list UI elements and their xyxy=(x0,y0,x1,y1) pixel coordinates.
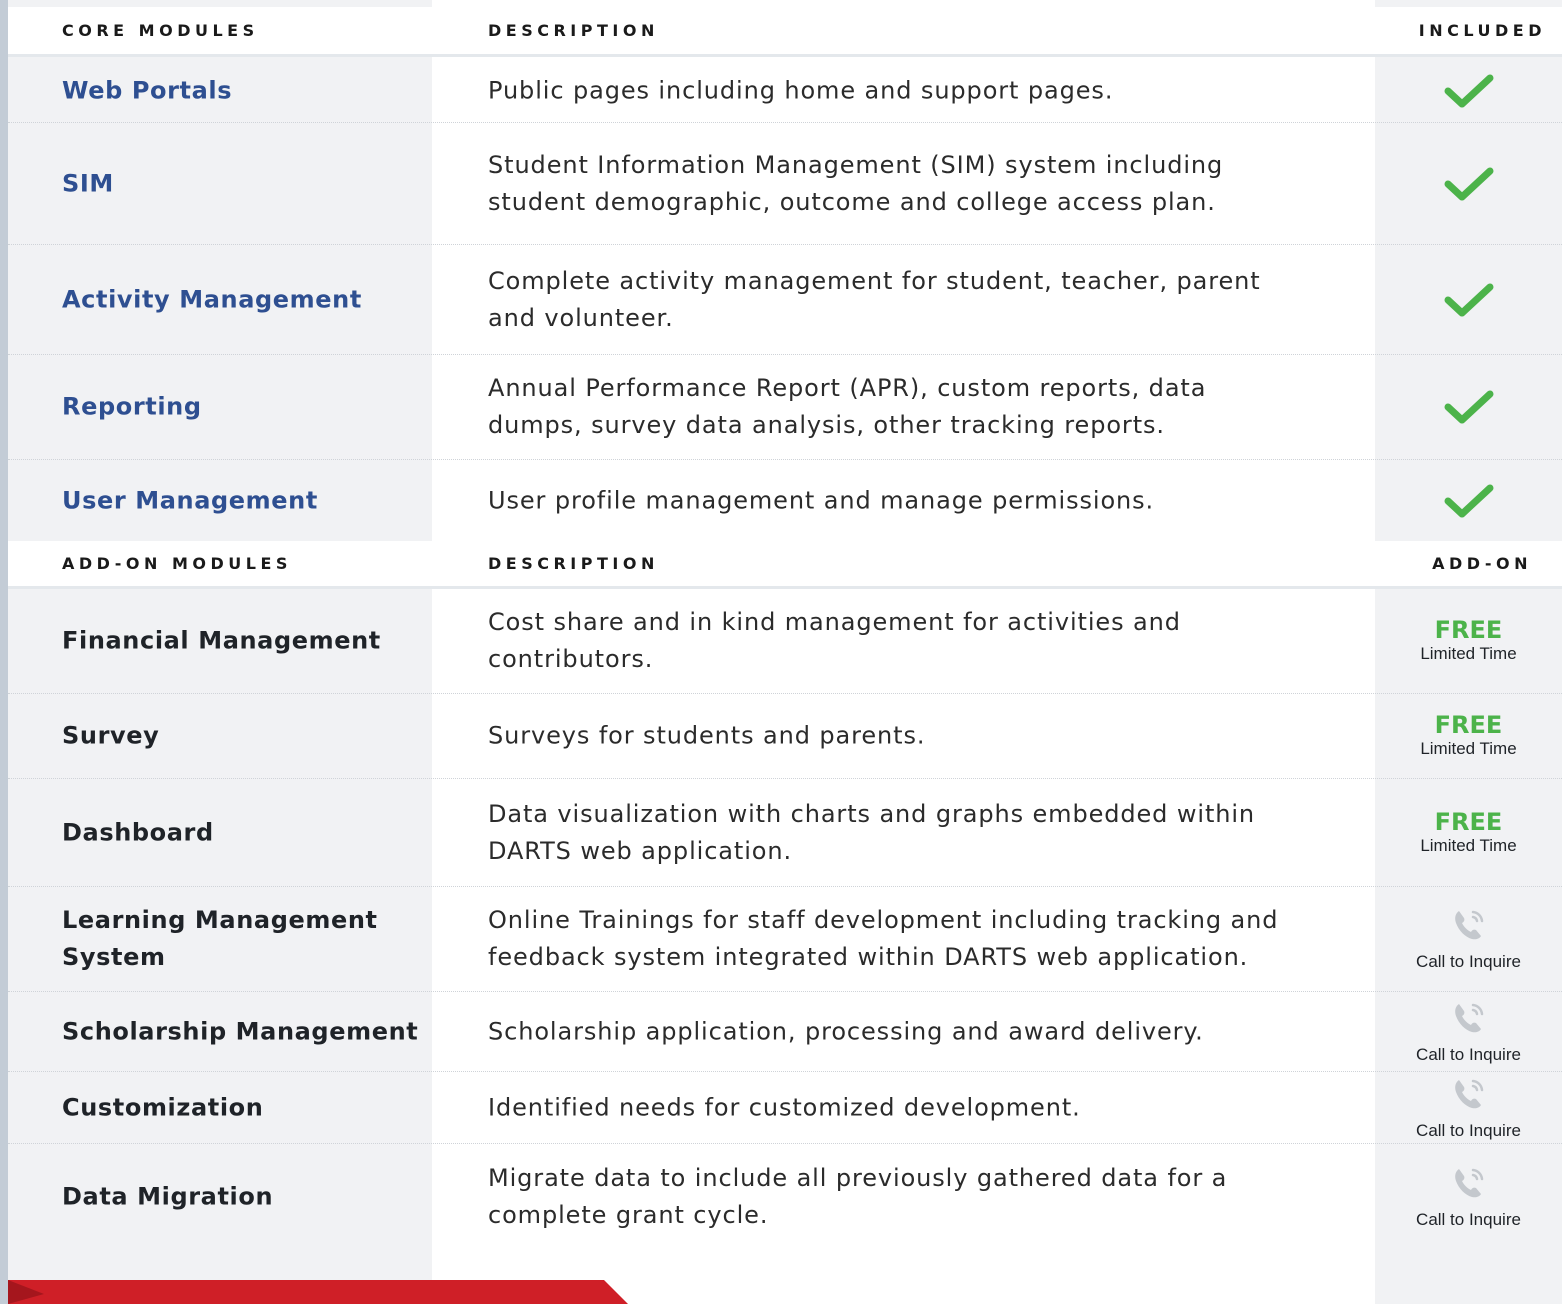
module-name: Learning Management System xyxy=(62,906,378,971)
addon-status: FREE Limited Time xyxy=(1375,712,1562,760)
module-table: CORE MODULES DESCRIPTION INCLUDED Web Po… xyxy=(8,0,1562,1304)
promo-banner xyxy=(8,1280,628,1304)
phone-icon xyxy=(1454,1003,1483,1032)
module-description: Public pages including home and support … xyxy=(488,76,1114,105)
free-label: FREE xyxy=(1434,807,1503,836)
module-description: Online Trainings for staff development i… xyxy=(488,906,1279,971)
core-row-user-management: User Management User profile management … xyxy=(8,460,1562,541)
addon-row-survey: Survey Surveys for students and parents.… xyxy=(8,694,1562,779)
status-sublabel: Limited Time xyxy=(1420,739,1517,758)
status-sublabel: Limited Time xyxy=(1420,835,1517,855)
core-modules-header: CORE MODULES DESCRIPTION INCLUDED xyxy=(8,7,1562,57)
included-status xyxy=(1375,483,1562,519)
checkmark-icon xyxy=(1444,283,1493,316)
module-name: Survey xyxy=(62,721,160,750)
addon-row-learning-management-system: Learning Management System Online Traini… xyxy=(8,887,1562,992)
status-sublabel: Call to Inquire xyxy=(1416,952,1521,971)
core-description-heading: DESCRIPTION xyxy=(488,21,659,40)
module-name: Financial Management xyxy=(62,626,381,655)
core-row-sim: SIM Student Information Management (SIM)… xyxy=(8,123,1562,245)
addon-row-scholarship-management: Scholarship Management Scholarship appli… xyxy=(8,992,1562,1072)
included-heading: INCLUDED xyxy=(1418,21,1546,40)
included-status xyxy=(1375,389,1562,425)
module-name: Web Portals xyxy=(62,76,233,105)
core-row-reporting: Reporting Annual Performance Report (APR… xyxy=(8,355,1562,460)
core-row-web-portals: Web Portals Public pages including home … xyxy=(8,60,1562,123)
free-label: FREE xyxy=(1434,711,1503,739)
addon-status: Call to Inquire xyxy=(1375,998,1562,1066)
core-modules-heading: CORE MODULES xyxy=(62,21,259,40)
status-sublabel: Call to Inquire xyxy=(1416,1044,1521,1064)
module-name: Data Migration xyxy=(62,1182,274,1211)
checkmark-icon xyxy=(1444,484,1493,517)
addon-row-data-migration: Data Migration Migrate data to include a… xyxy=(8,1144,1562,1250)
addon-row-dashboard: Dashboard Data visualization with charts… xyxy=(8,779,1562,887)
module-description: Complete activity management for student… xyxy=(488,266,1261,332)
status-sublabel: Call to Inquire xyxy=(1416,1210,1521,1229)
core-row-activity-management: Activity Management Complete activity ma… xyxy=(8,245,1562,355)
module-description: Cost share and in kind management for ac… xyxy=(488,608,1181,673)
module-name: User Management xyxy=(62,486,318,514)
module-name: SIM xyxy=(62,169,114,197)
free-label: FREE xyxy=(1434,616,1503,644)
included-status xyxy=(1375,282,1562,318)
checkmark-icon xyxy=(1444,74,1493,108)
status-sublabel: Call to Inquire xyxy=(1416,1120,1521,1140)
addon-status: FREE Limited Time xyxy=(1375,617,1562,665)
module-name: Customization xyxy=(62,1093,264,1121)
addon-status: Call to Inquire xyxy=(1375,905,1562,973)
module-description: Student Information Management (SIM) sys… xyxy=(488,150,1224,216)
module-name: Reporting xyxy=(62,392,202,421)
phone-icon xyxy=(1454,1079,1483,1108)
module-description: Data visualization with charts and graph… xyxy=(488,799,1256,865)
module-description: Annual Performance Report (APR), custom … xyxy=(488,374,1207,439)
addon-description-heading: DESCRIPTION xyxy=(488,554,659,573)
checkmark-icon xyxy=(1444,167,1493,200)
addon-status: Call to Inquire xyxy=(1375,1163,1562,1231)
status-sublabel: Limited Time xyxy=(1420,644,1517,663)
module-description: Migrate data to include all previously g… xyxy=(488,1164,1228,1229)
module-name: Dashboard xyxy=(62,818,214,846)
module-description: Surveys for students and parents. xyxy=(488,721,926,750)
module-description: Scholarship application, processing and … xyxy=(488,1017,1204,1045)
module-name: Activity Management xyxy=(62,285,362,313)
addon-status: FREE Limited Time xyxy=(1375,809,1562,857)
addon-status: Call to Inquire xyxy=(1375,1074,1562,1142)
addon-heading: ADD-ON xyxy=(1432,554,1532,573)
addon-row-financial-management: Financial Management Cost share and in k… xyxy=(8,589,1562,694)
module-name: Scholarship Management xyxy=(62,1017,419,1045)
addon-row-customization: Customization Identified needs for custo… xyxy=(8,1072,1562,1144)
phone-icon xyxy=(1454,910,1483,940)
addon-modules-header: ADD-ON MODULES DESCRIPTION ADD-ON xyxy=(8,541,1562,589)
included-status xyxy=(1375,73,1562,109)
included-status xyxy=(1375,166,1562,202)
phone-icon xyxy=(1454,1168,1483,1198)
addon-modules-heading: ADD-ON MODULES xyxy=(62,554,292,573)
module-description: User profile management and manage permi… xyxy=(488,486,1155,514)
module-description: Identified needs for customized developm… xyxy=(488,1093,1081,1121)
checkmark-icon xyxy=(1444,390,1493,424)
